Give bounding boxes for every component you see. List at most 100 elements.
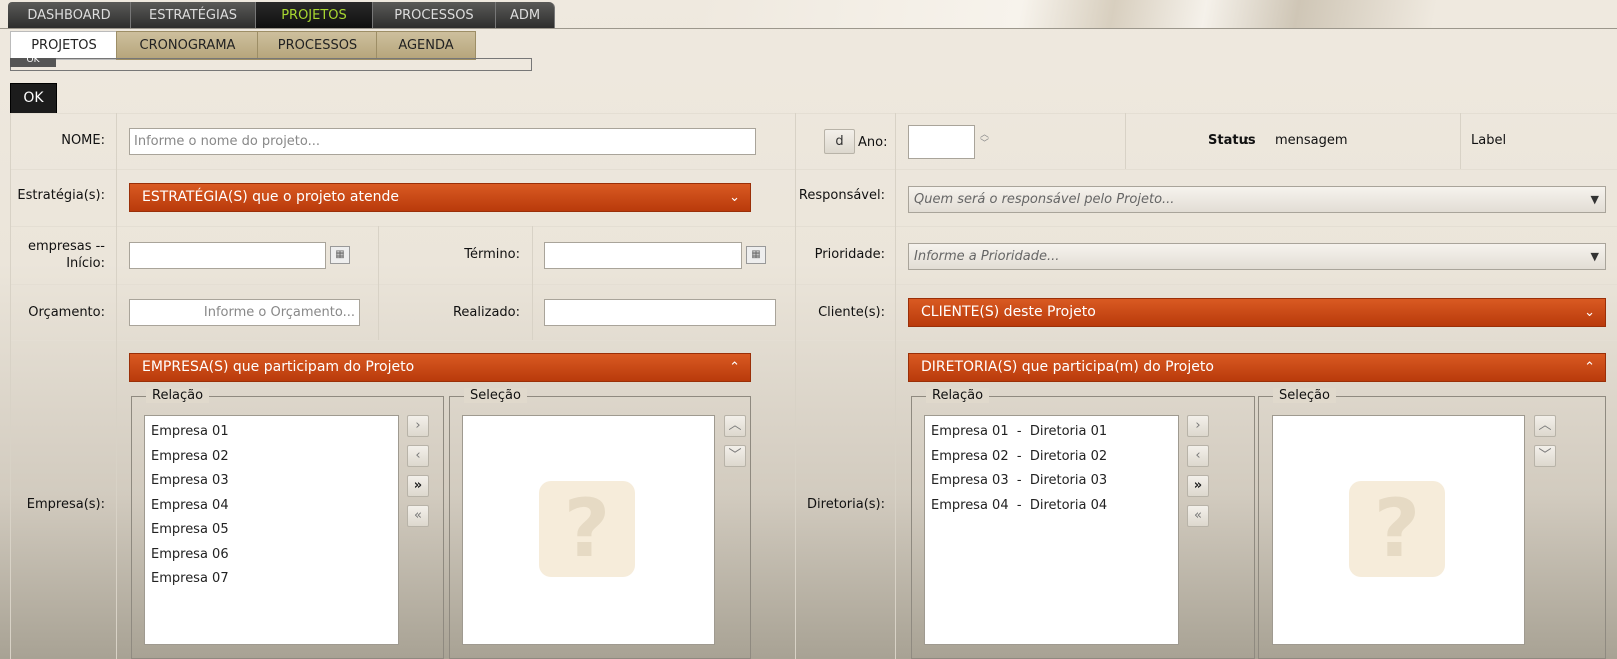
tab-processos[interactable]: PROCESSOS: [373, 2, 496, 29]
question-mark-icon: ?: [1349, 481, 1445, 577]
termino-date-input[interactable]: [544, 242, 742, 269]
subtab-agenda[interactable]: AGENDA: [376, 31, 476, 60]
orcamento-input[interactable]: Informe o Orçamento...: [129, 299, 360, 326]
list-item[interactable]: Empresa 06: [145, 543, 398, 568]
chevron-left-icon[interactable]: ‹: [1187, 445, 1209, 467]
ok-mini-button[interactable]: OK: [10, 58, 56, 67]
double-chevron-left-icon[interactable]: «: [407, 505, 429, 527]
chevron-up-icon[interactable]: ︿: [1534, 415, 1556, 437]
empresas-relacao-list[interactable]: Empresa 01 Empresa 02 Empresa 03 Empresa…: [144, 415, 399, 645]
col-divider: [378, 226, 379, 340]
generic-label: Label: [1471, 133, 1507, 148]
prioridade-label: Prioridade:: [814, 247, 885, 262]
responsavel-placeholder: Quem será o responsável pelo Projeto...: [914, 192, 1175, 207]
subtab-projetos[interactable]: PROJETOS: [10, 31, 118, 60]
row-divider: [10, 340, 1617, 341]
chevron-down-icon: ⌄: [729, 190, 740, 205]
list-item[interactable]: Empresa 03 - Diretoria 03: [925, 469, 1178, 494]
chevron-up-icon: ⌃: [729, 360, 740, 375]
chevron-down-icon[interactable]: ﹀: [1534, 445, 1556, 467]
list-item[interactable]: Empresa 04 - Diretoria 04: [925, 494, 1178, 519]
subtab-processos[interactable]: PROCESSOS: [257, 31, 378, 60]
nome-input[interactable]: Informe o nome do projeto...: [129, 128, 756, 155]
list-item[interactable]: Empresa 01 - Diretoria 01: [925, 420, 1178, 445]
list-item[interactable]: Empresa 04: [145, 494, 398, 519]
nome-label: NOME:: [61, 133, 105, 148]
chevron-down-icon: ⌄: [1584, 305, 1595, 320]
subtab-cronograma[interactable]: CRONOGRAMA: [116, 31, 259, 60]
ok-button[interactable]: OK: [10, 83, 57, 114]
list-item[interactable]: Empresa 07: [145, 567, 398, 592]
cliente-label: Cliente(s):: [818, 305, 885, 320]
ano-input[interactable]: [908, 125, 975, 159]
header-decoration: [700, 0, 1617, 28]
row-divider: [10, 169, 1617, 170]
list-item[interactable]: Empresa 02: [145, 445, 398, 470]
inicio-label: empresas -- Início:: [10, 238, 105, 272]
dropdown-arrow-icon: ▼: [1590, 193, 1599, 206]
status-colon: :: [1245, 133, 1250, 148]
d-button[interactable]: d: [824, 129, 855, 154]
calendar-icon[interactable]: ▦: [746, 246, 766, 264]
tab-dashboard[interactable]: DASHBOARD: [8, 2, 131, 29]
ok-strip: [10, 58, 532, 71]
spin-down-icon[interactable]: ﹀: [980, 140, 989, 149]
inicio-date-input[interactable]: [129, 242, 326, 269]
estrategia-label: Estratégia(s):: [17, 188, 105, 203]
col-divider: [1460, 113, 1461, 169]
dropdown-arrow-icon: ▼: [1590, 250, 1599, 263]
double-chevron-left-icon[interactable]: «: [1187, 505, 1209, 527]
chevron-up-icon: ⌃: [1584, 360, 1595, 375]
empresas-selecao-list[interactable]: ?: [462, 415, 715, 645]
double-chevron-right-icon[interactable]: »: [407, 475, 429, 497]
list-item[interactable]: Empresa 02 - Diretoria 02: [925, 445, 1178, 470]
prioridade-select[interactable]: Informe a Prioridade... ▼: [908, 243, 1606, 270]
orcamento-label: Orçamento:: [28, 305, 105, 320]
calendar-icon[interactable]: ▦: [330, 246, 350, 264]
estrategia-dropdown-text: ESTRATÉGIA(S) que o projeto atende: [142, 189, 399, 205]
empresas-panel-header[interactable]: EMPRESA(S) que participam do Projeto ⌃: [129, 353, 751, 382]
list-item[interactable]: Empresa 01: [145, 420, 398, 445]
chevron-right-icon[interactable]: ›: [1187, 415, 1209, 437]
ano-spinner[interactable]: ︿ ﹀: [980, 131, 989, 149]
col-divider: [116, 113, 117, 659]
col-divider: [1125, 113, 1126, 169]
prioridade-placeholder: Informe a Prioridade...: [914, 249, 1060, 264]
status-message: mensagem: [1275, 133, 1348, 148]
row-divider: [10, 284, 1617, 285]
diretorias-label: Diretoria(s):: [807, 497, 885, 512]
tabbar-divider: [0, 28, 1617, 29]
realizado-label: Realizado:: [452, 305, 520, 320]
list-item[interactable]: Empresa 03: [145, 469, 398, 494]
col-divider: [532, 226, 533, 340]
responsavel-label: Responsável:: [798, 188, 885, 203]
chevron-up-icon[interactable]: ︿: [724, 415, 746, 437]
chevron-right-icon[interactable]: ›: [407, 415, 429, 437]
tab-estrategias[interactable]: ESTRATÉGIAS: [131, 2, 256, 29]
empresas-label: Empresa(s):: [26, 497, 105, 512]
empresas-header-text: EMPRESA(S) que participam do Projeto: [142, 359, 415, 375]
selecao-legend: Seleção: [1273, 388, 1336, 403]
tab-adm[interactable]: ADM: [496, 2, 555, 29]
chevron-down-icon[interactable]: ﹀: [724, 445, 746, 467]
realizado-input[interactable]: [544, 299, 776, 326]
selecao-legend: Seleção: [464, 388, 527, 403]
list-item[interactable]: Empresa 05: [145, 518, 398, 543]
cliente-dropdown-text: CLIENTE(S) deste Projeto: [921, 304, 1096, 320]
tab-projetos[interactable]: PROJETOS: [256, 2, 373, 29]
question-mark-icon: ?: [539, 481, 635, 577]
diretorias-header-text: DIRETORIA(S) que participa(m) do Projeto: [921, 359, 1214, 375]
col-divider: [895, 113, 896, 659]
double-chevron-right-icon[interactable]: »: [1187, 475, 1209, 497]
relacao-legend: Relação: [146, 388, 210, 403]
chevron-left-icon[interactable]: ‹: [407, 445, 429, 467]
diretorias-relacao-list[interactable]: Empresa 01 - Diretoria 01 Empresa 02 - D…: [924, 415, 1179, 645]
diretorias-panel-header[interactable]: DIRETORIA(S) que participa(m) do Projeto…: [908, 353, 1606, 382]
row-divider: [10, 226, 1617, 227]
cliente-dropdown[interactable]: CLIENTE(S) deste Projeto ⌄: [908, 298, 1606, 327]
diretorias-selecao-list[interactable]: ?: [1272, 415, 1525, 645]
estrategia-dropdown[interactable]: ESTRATÉGIA(S) que o projeto atende ⌄: [129, 183, 751, 212]
row-divider: [10, 113, 1617, 114]
inicio-label-line2: Início:: [66, 256, 105, 271]
responsavel-select[interactable]: Quem será o responsável pelo Projeto... …: [908, 186, 1606, 213]
